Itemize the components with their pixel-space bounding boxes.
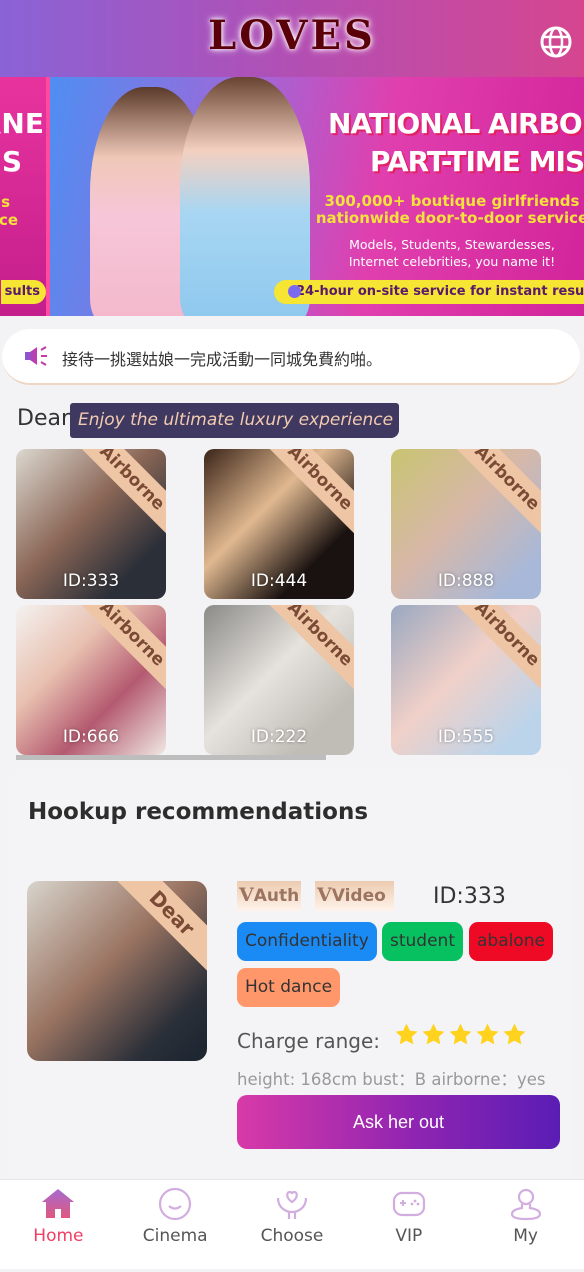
- ribbon-label: Dear: [107, 881, 207, 978]
- notice-text: 接待一挑選姑娘一完成活動一同城免費約啪。: [62, 350, 383, 369]
- prev-slide-text: RNE: [0, 107, 44, 140]
- banner-title: NATIONAL AIRBORNE: [328, 107, 584, 140]
- card-id: ID:444: [250, 571, 308, 591]
- smile-icon: [159, 1187, 192, 1221]
- card-id: ID:555: [437, 727, 495, 747]
- section-title: Hookup recommendations: [28, 799, 369, 825]
- star-icon: [395, 1023, 418, 1045]
- ribbon-label: Airborne: [446, 449, 541, 539]
- nav-item-cinema[interactable]: Cinema: [117, 1180, 234, 1269]
- badge-label: Auth: [253, 886, 300, 906]
- notice-bar: 接待一挑選姑娘一完成活動一同城免費約啪。: [2, 329, 580, 385]
- banner-subtitle-line: 300,000+ boutique girlfriends: [324, 192, 580, 210]
- banner-pill-text: 24-hour on-site service for instant resu…: [296, 284, 584, 299]
- ribbon-label: Airborne: [259, 605, 354, 695]
- charge-range-label: Charge range:: [237, 1029, 381, 1053]
- featured-tooltip: Enjoy the ultimate luxury experience: [70, 403, 400, 438]
- bottom-nav: Home Cinema Choose VIP My: [0, 1179, 584, 1269]
- profile-card[interactable]: Airborne ID:444: [204, 449, 354, 599]
- logo: LOVES: [208, 12, 376, 59]
- horizontal-scrollbar[interactable]: [16, 755, 326, 760]
- banner-slide[interactable]: NATIONAL AIRBORNE PART-TIME MISS 300,000…: [50, 77, 584, 316]
- nav-item-choose[interactable]: Choose: [234, 1180, 351, 1269]
- nav-label: Home: [33, 1226, 84, 1246]
- prev-slide-pill: sults: [0, 280, 46, 304]
- nav-label: My: [513, 1226, 538, 1246]
- star-icon: [422, 1023, 445, 1045]
- star-icon: [449, 1023, 472, 1045]
- banner-title: PART-TIME MISS: [370, 145, 584, 178]
- video-badge: VVideo: [315, 881, 394, 911]
- profile-card[interactable]: Airborne ID:666: [16, 605, 166, 755]
- ribbon-label: Airborne: [71, 449, 166, 539]
- banner-carousel[interactable]: RNE S s ce sults NATIONAL AIRBORNE PART-…: [0, 77, 584, 316]
- globe-icon[interactable]: [540, 26, 572, 58]
- ask-her-out-button[interactable]: Ask her out: [237, 1095, 560, 1149]
- banner-description: Models, Students, Stewardesses, Internet …: [312, 236, 584, 270]
- profile-card[interactable]: Airborne ID:888: [391, 449, 541, 599]
- ribbon-label: Airborne: [71, 605, 166, 695]
- banner-subtitle-line: nationwide door-to-door service: [315, 209, 584, 227]
- header: LOVES: [0, 0, 584, 77]
- profile-photo[interactable]: Dear: [27, 881, 207, 1061]
- tag: Confidentiality: [237, 922, 377, 961]
- banner-subtitle: 300,000+ boutique girlfriends nationwide …: [312, 193, 584, 227]
- rating-stars: [394, 1022, 527, 1047]
- featured-heading: Dear: [17, 406, 71, 431]
- banner-description-line: Internet celebrities, you name it!: [348, 254, 556, 269]
- home-icon: [42, 1189, 75, 1218]
- prev-slide-text: ce: [0, 211, 18, 229]
- star-icon: [476, 1023, 499, 1045]
- banner-slide-previous[interactable]: RNE S s ce sults: [0, 77, 46, 316]
- heart-hand-icon: [276, 1190, 308, 1219]
- nav-label: Cinema: [142, 1226, 208, 1246]
- banner-pill: 24-hour on-site service for instant resu…: [274, 280, 584, 304]
- badge-mark: V: [317, 884, 332, 906]
- carousel-dot[interactable]: [288, 285, 301, 298]
- profile-id: ID:333: [433, 884, 506, 909]
- speaker-icon: [25, 346, 47, 366]
- user-icon: [510, 1188, 541, 1221]
- tag: Hot dance: [237, 968, 341, 1007]
- nav-label: Choose: [260, 1226, 324, 1246]
- profile-card[interactable]: Airborne ID:333: [16, 449, 166, 599]
- badge-mark: V: [239, 884, 254, 906]
- profile-card[interactable]: Airborne ID:555: [391, 605, 541, 755]
- tag: abalone: [469, 922, 553, 961]
- card-id: ID:222: [250, 727, 308, 747]
- nav-item-my[interactable]: My: [467, 1180, 584, 1269]
- star-icon: [503, 1023, 526, 1045]
- prev-slide-text: S: [1, 145, 22, 178]
- auth-badge: VAuth: [237, 881, 302, 911]
- ribbon-label: Airborne: [259, 449, 354, 539]
- banner-description-line: Models, Students, Stewardesses,: [349, 237, 555, 252]
- tag: student: [382, 922, 463, 961]
- badge-label: Video: [331, 886, 386, 906]
- gamepad-icon: [392, 1191, 425, 1217]
- card-id: ID:333: [62, 571, 120, 591]
- card-id: ID:666: [62, 727, 120, 747]
- card-id: ID:888: [437, 571, 495, 591]
- nav-item-vip[interactable]: VIP: [350, 1180, 467, 1269]
- nav-item-home[interactable]: Home: [0, 1180, 117, 1269]
- profile-card[interactable]: Airborne ID:222: [204, 605, 354, 755]
- nav-label: VIP: [395, 1226, 423, 1246]
- ribbon-label: Airborne: [446, 605, 541, 695]
- prev-slide-text: s: [1, 193, 10, 211]
- profile-info: height: 168cm bust：B airborne：yes: [237, 1070, 546, 1089]
